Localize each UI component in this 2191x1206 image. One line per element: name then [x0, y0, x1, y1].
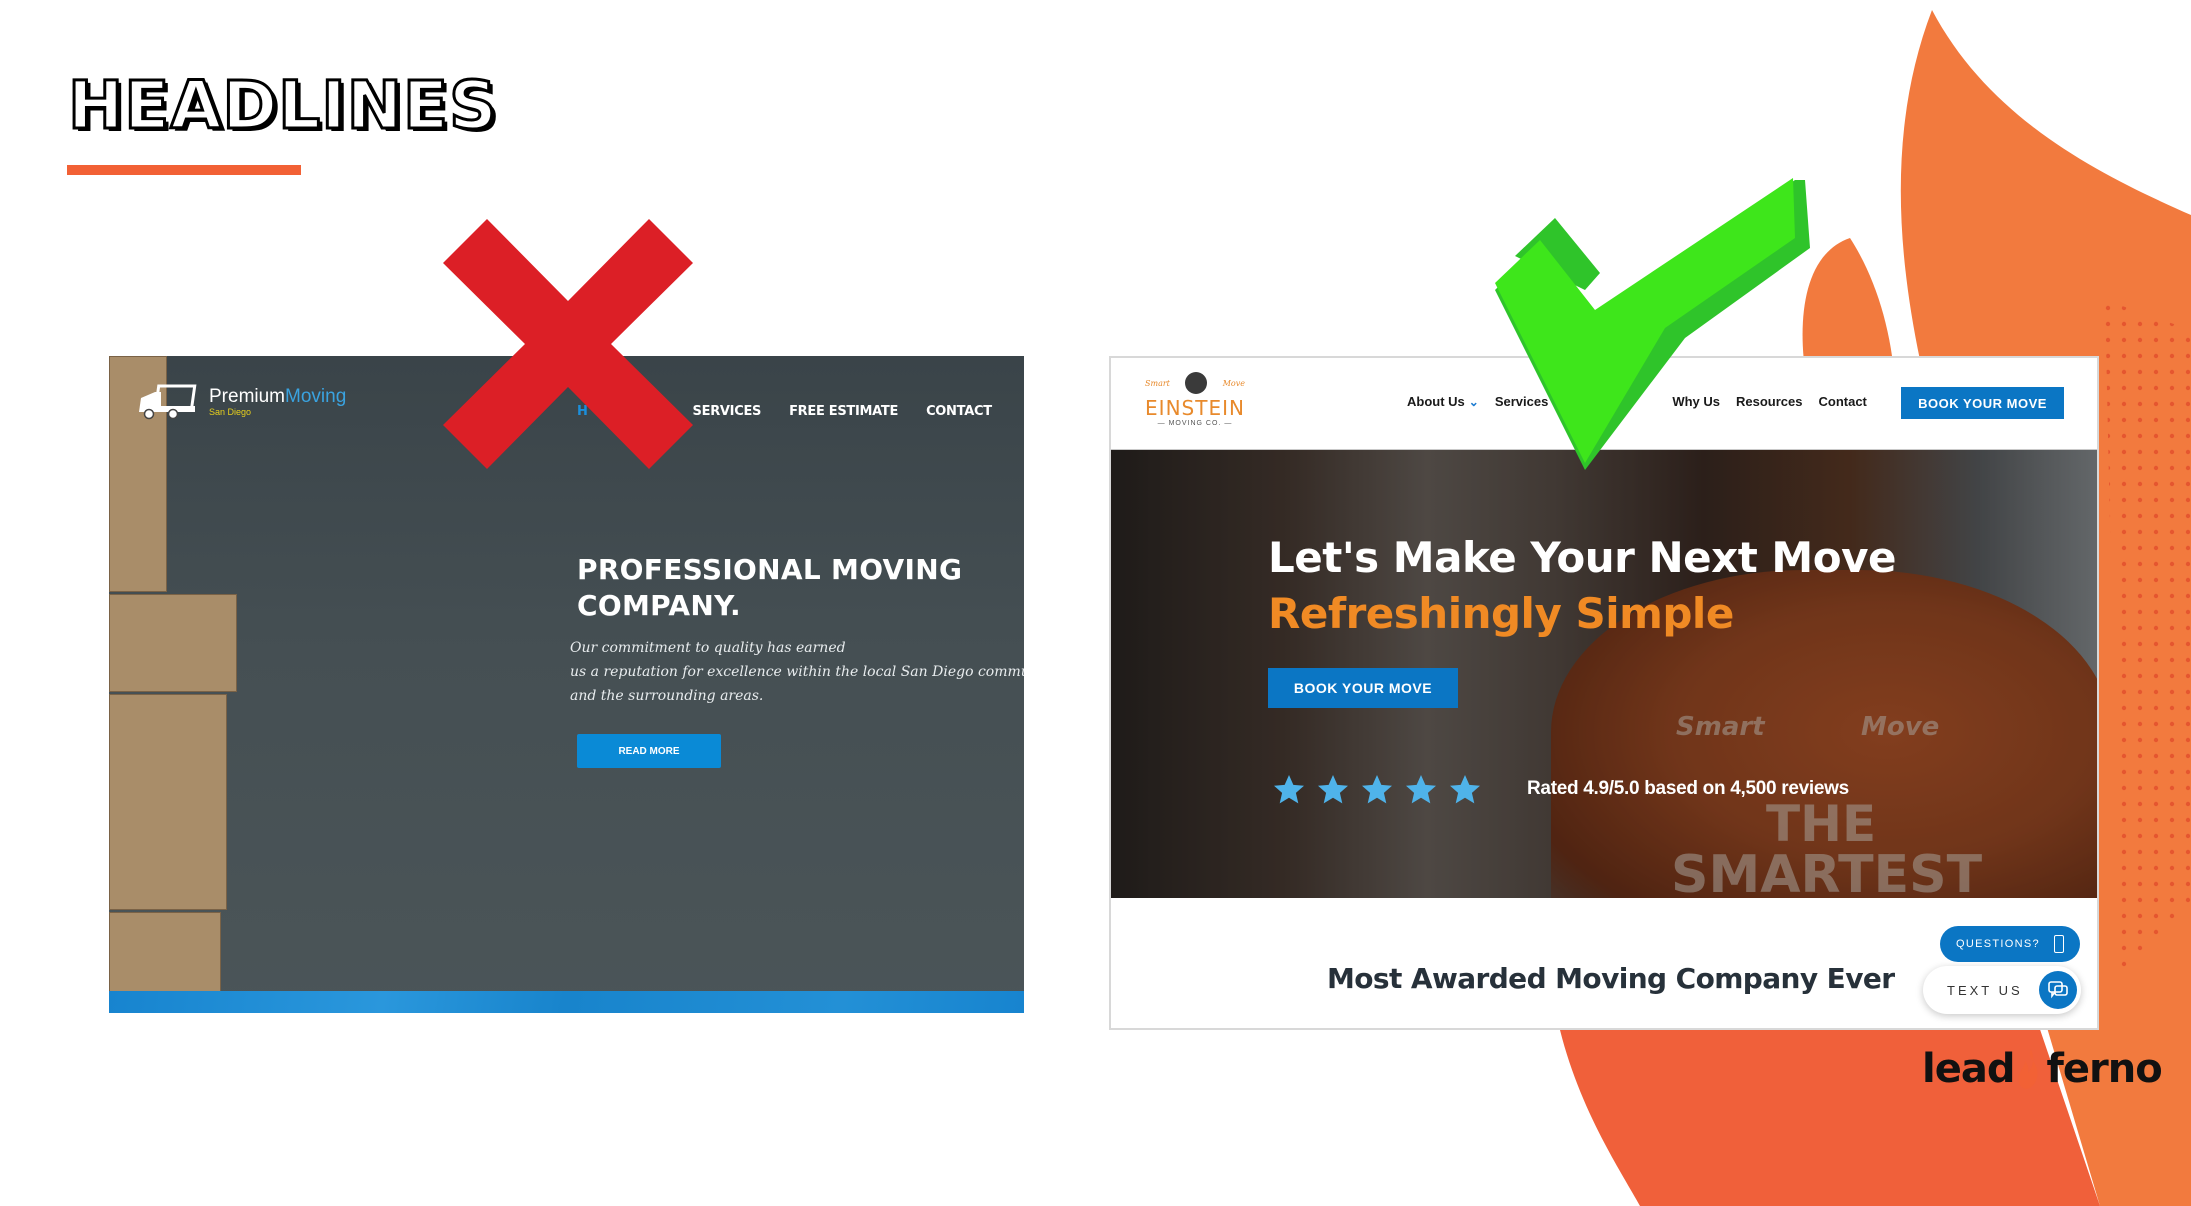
text-us-button[interactable]: TEXT US	[1923, 966, 2081, 1014]
premium-moving-logo[interactable]: PremiumMoving San Diego	[137, 384, 346, 420]
nav-about-us[interactable]: About Us ⌄	[1407, 394, 1479, 409]
rating-stars	[1271, 772, 1483, 808]
star-icon	[1362, 775, 1392, 804]
cardboard-boxes-image	[109, 356, 237, 998]
bad-example-headline: PROFESSIONAL MOVING COMPANY.	[577, 553, 963, 622]
einstein-logo[interactable]: Smart Move EINSTEIN — MOVING CO. —	[1145, 372, 1245, 427]
star-icon	[1318, 775, 1348, 804]
truck-icon	[139, 384, 197, 420]
hero-book-your-move-button[interactable]: BOOK YOUR MOVE	[1268, 668, 1458, 708]
check-mark-icon	[1495, 178, 1810, 470]
x-mark-icon	[443, 219, 693, 469]
section-heading: Most Awarded Moving Company Ever	[1327, 962, 1895, 995]
rating-text: Rated 4.9/5.0 based on 4,500 reviews	[1527, 778, 1849, 799]
hero-section: Smart Move THE SMARTEST Let's Make Your …	[1111, 450, 2097, 898]
logo-subtitle: — MOVING CO. —	[1157, 420, 1233, 427]
nav-free-estimate[interactable]: FREE ESTIMATE	[789, 404, 898, 419]
star-icon	[1274, 775, 1304, 804]
bad-example-body: Our commitment to quality has earned us …	[570, 640, 1024, 704]
chevron-down-icon: ⌄	[1468, 395, 1479, 409]
questions-button[interactable]: QUESTIONS?	[1940, 926, 2080, 962]
logo-name: PremiumMoving	[209, 386, 347, 407]
nav-book-your-move-button[interactable]: BOOK YOUR MOVE	[1901, 387, 2064, 419]
leadferno-logo: lead ferno	[1922, 1046, 2163, 1092]
nav-services[interactable]: SERVICES	[693, 404, 762, 419]
read-more-button[interactable]: READ MORE	[577, 734, 721, 768]
star-icon	[1450, 775, 1480, 804]
footer-bar	[109, 991, 1024, 1013]
chat-bubbles-icon	[2039, 971, 2077, 1009]
einstein-head-icon	[1185, 372, 1208, 394]
nav-contact[interactable]: Contact	[1819, 394, 1867, 409]
star-icon	[1406, 775, 1436, 804]
phone-icon	[2053, 935, 2064, 953]
title-underline	[67, 165, 301, 175]
logo-name: EINSTEIN	[1145, 396, 1245, 420]
good-example-headline: Let's Make Your Next Move Refreshingly S…	[1268, 533, 1896, 638]
flame-icon	[2018, 1049, 2038, 1089]
nav-contact[interactable]: CONTACT	[926, 404, 992, 419]
logo-subtitle: San Diego	[209, 407, 252, 417]
slide-title: HEADLINES	[67, 66, 499, 146]
